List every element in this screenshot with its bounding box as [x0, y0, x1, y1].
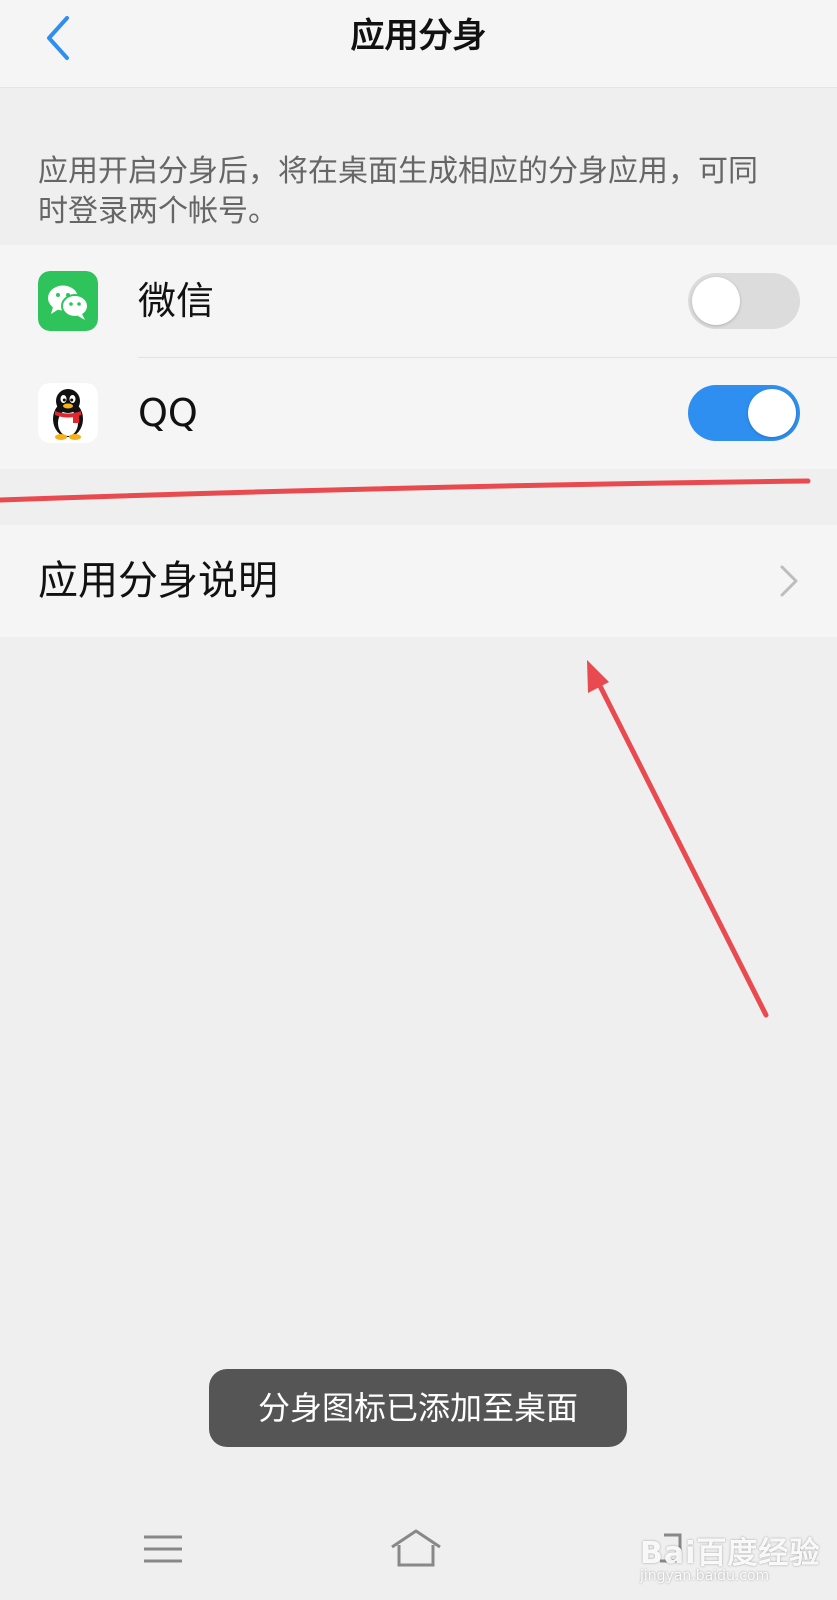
explanation-label: 应用分身说明	[38, 558, 278, 604]
app-name-wechat: 微信	[138, 279, 215, 323]
screen: 应用分身 应用开启分身后，将在桌面生成相应的分身应用，可同时登录两个帐号。 微信	[0, 0, 837, 1600]
app-clone-explanation-item[interactable]: 应用分身说明	[0, 525, 837, 637]
wechat-clone-toggle[interactable]	[688, 273, 800, 329]
app-row-wechat: 微信	[0, 245, 837, 357]
app-name-qq: QQ	[138, 391, 198, 435]
annotation-underline	[0, 478, 811, 503]
qq-penguin-icon	[38, 383, 98, 443]
menu-icon	[144, 1535, 182, 1563]
watermark-url: jingyan.baidu.com	[640, 1568, 770, 1584]
annotation-overlay	[0, 478, 811, 1018]
app-row-qq: QQ	[0, 357, 837, 469]
annotation-arrow-line	[594, 677, 769, 1018]
baidu-jingyan-watermark: Bai百度经验 jingyan.baidu.com	[640, 1528, 830, 1588]
qq-clone-toggle[interactable]	[688, 385, 800, 441]
annotation-arrowhead	[587, 660, 609, 693]
app-list: 微信 QQ	[0, 245, 837, 469]
top-bar: 应用分身	[0, 0, 837, 88]
toggle-knob	[748, 389, 796, 437]
wechat-icon	[38, 271, 98, 331]
watermark-brand: Bai百度经验	[640, 1536, 821, 1571]
description-text: 应用开启分身后，将在桌面生成相应的分身应用，可同时登录两个帐号。	[38, 154, 758, 229]
toggle-knob	[692, 277, 740, 325]
home-button[interactable]	[388, 1525, 444, 1575]
chevron-right-icon	[780, 565, 798, 597]
toast-message: 分身图标已添加至桌面	[209, 1369, 627, 1447]
home-icon	[391, 1529, 441, 1567]
menu-button[interactable]	[136, 1525, 192, 1575]
page-title: 应用分身	[350, 16, 487, 56]
